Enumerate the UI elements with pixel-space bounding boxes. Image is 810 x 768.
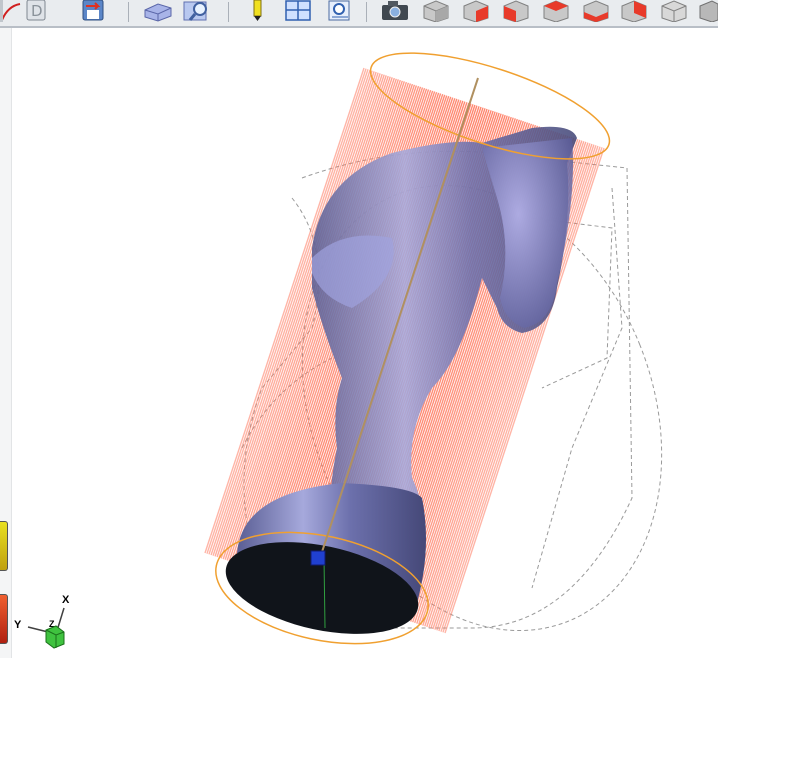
- view-top-icon[interactable]: [618, 0, 650, 23]
- view-back-icon[interactable]: [500, 0, 532, 23]
- grid-view-icon[interactable]: [284, 0, 312, 22]
- view-iso-icon[interactable]: [420, 0, 452, 23]
- sketch-curve-icon[interactable]: [0, 0, 22, 22]
- toolbar-separator: [128, 2, 129, 22]
- stock-block-icon[interactable]: [142, 0, 174, 22]
- svg-text:D: D: [31, 2, 43, 20]
- save-model-icon[interactable]: [82, 0, 104, 22]
- view-wire-icon[interactable]: [696, 0, 719, 23]
- side-panel-button[interactable]: [0, 521, 8, 571]
- search-report-icon[interactable]: [326, 0, 354, 22]
- tool-pencil-icon[interactable]: [250, 0, 264, 22]
- view-front-icon[interactable]: [460, 0, 492, 23]
- 3d-viewport[interactable]: [12, 28, 718, 658]
- view-bottom-icon[interactable]: [658, 0, 690, 23]
- view-axis-triad: X Y Z: [12, 592, 72, 650]
- toolbar-separator: [228, 2, 229, 22]
- view-left-icon[interactable]: [540, 0, 572, 23]
- view-right-icon[interactable]: [580, 0, 612, 23]
- camera-snapshot-icon[interactable]: [378, 0, 412, 22]
- main-toolbar: D: [0, 0, 719, 28]
- triad-cube-icon: [27, 607, 65, 649]
- document-d-icon[interactable]: D: [26, 0, 46, 22]
- toolbar-separator: [366, 2, 367, 22]
- measure-inspect-icon[interactable]: [180, 0, 214, 22]
- left-side-panel: [0, 28, 12, 658]
- side-panel-button[interactable]: [0, 594, 8, 644]
- toolpath-scene: [204, 52, 663, 645]
